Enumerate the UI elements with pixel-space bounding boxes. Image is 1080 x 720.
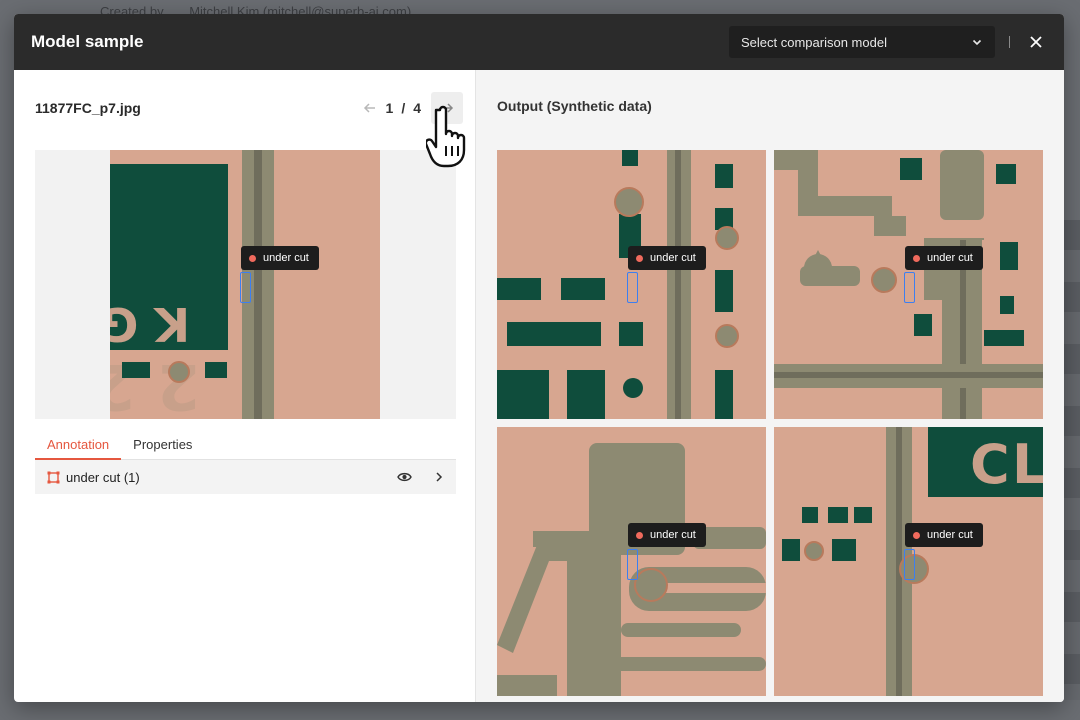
annotation-tag: under cut — [905, 523, 983, 547]
class-dot — [249, 254, 256, 262]
modal-body: 11877FC_p7.jpg 1 / 4 K G — [14, 70, 1064, 702]
model-sample-modal: Model sample Select comparison model 118… — [14, 14, 1064, 702]
bounding-box[interactable] — [627, 549, 638, 580]
tab-annotation[interactable]: Annotation — [35, 430, 122, 460]
annotation-tag-label: under cut — [263, 252, 309, 264]
svg-text:C: C — [970, 433, 1010, 496]
bounding-box[interactable] — [904, 272, 915, 303]
annotation-tag-label: under cut — [650, 529, 696, 541]
bounding-box[interactable] — [627, 272, 638, 303]
background-strip — [1064, 220, 1080, 700]
arrow-left-icon[interactable] — [362, 100, 378, 116]
output-title: Output (Synthetic data) — [497, 98, 652, 114]
tab-properties[interactable]: Properties — [121, 430, 204, 460]
annotation-tag: under cut — [628, 523, 706, 547]
modal-title: Model sample — [31, 32, 144, 51]
close-icon — [1030, 36, 1042, 48]
comparison-model-select[interactable]: Select comparison model — [729, 26, 995, 58]
output-tile-1[interactable]: under cut — [497, 150, 766, 419]
class-dot — [913, 531, 920, 539]
annotation-tag-label: under cut — [927, 529, 973, 541]
svg-text:2 2: 2 2 — [110, 350, 200, 419]
output-tile-2[interactable]: under cut — [774, 150, 1043, 419]
output-grid: under cut under cut under cut C L under … — [497, 150, 1043, 696]
class-dot — [636, 531, 643, 539]
header-divider — [1009, 36, 1010, 48]
bounding-box[interactable] — [904, 549, 915, 580]
chevron-right-icon[interactable] — [434, 471, 444, 483]
annotation-tag: under cut — [241, 246, 319, 270]
bounding-box[interactable] — [240, 272, 251, 303]
source-panel: 11877FC_p7.jpg 1 / 4 K G — [14, 70, 476, 702]
panel-tabs: Annotation Properties — [35, 430, 456, 460]
output-panel: Output (Synthetic data) under cut under … — [476, 70, 1064, 702]
comparison-model-placeholder: Select comparison model — [741, 34, 887, 50]
annotation-tag: under cut — [905, 246, 983, 270]
annotation-tag-label: under cut — [650, 252, 696, 264]
class-dot — [913, 254, 920, 262]
annotation-label: under cut (1) — [66, 469, 140, 485]
pager-separator: / — [401, 100, 406, 116]
modal-header: Model sample Select comparison model — [14, 14, 1064, 70]
svg-text:L: L — [1012, 433, 1043, 496]
close-button[interactable] — [1024, 30, 1048, 54]
svg-text:K G: K G — [110, 297, 190, 351]
bounding-box-icon — [47, 471, 60, 483]
hand-pointer-cursor-icon — [426, 105, 466, 168]
file-row: 11877FC_p7.jpg 1 / 4 — [35, 92, 463, 124]
output-tile-4[interactable]: CL under cut — [774, 427, 1043, 696]
pager-current: 1 — [385, 100, 394, 116]
eye-icon[interactable] — [397, 471, 412, 483]
annotation-list-item[interactable]: under cut (1) — [35, 460, 456, 494]
chevron-down-icon — [972, 39, 982, 46]
annotation-tag-label: under cut — [927, 252, 973, 264]
pager-total: 4 — [413, 100, 421, 116]
output-tile-3[interactable]: under cut — [497, 427, 766, 696]
class-dot — [636, 254, 643, 262]
source-image[interactable]: K G 2 2 under cut — [35, 150, 456, 419]
annotation-tag: under cut — [628, 246, 706, 270]
file-name: 11877FC_p7.jpg — [35, 100, 141, 116]
